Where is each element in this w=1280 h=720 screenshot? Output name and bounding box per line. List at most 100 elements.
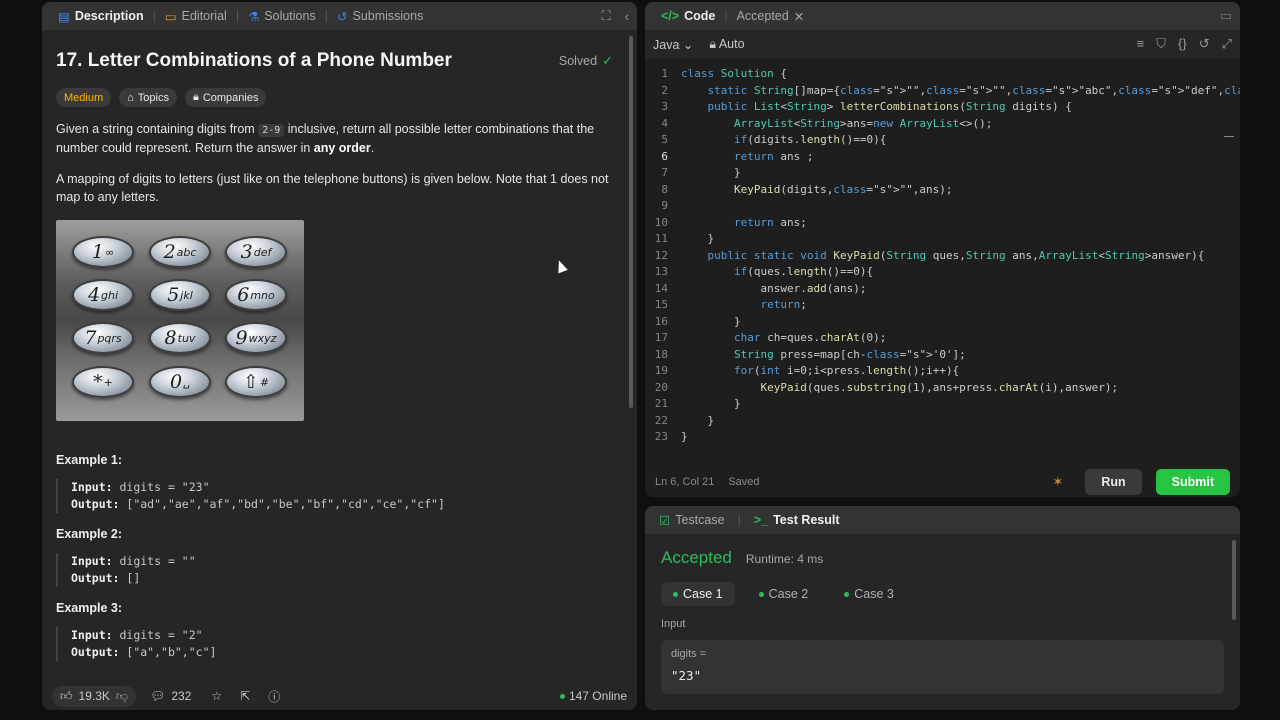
tab-solutions[interactable]: ⚗ Solutions [240,2,324,30]
title-row: 17. Letter Combinations of a Phone Numbe… [56,50,613,72]
code-line[interactable]: 20 KeyPaid(ques.substring(1),ans+press.c… [645,380,1240,397]
flask-icon: ⚗ [248,9,260,24]
code-line[interactable]: 22 } [645,413,1240,430]
code-line[interactable]: 8 KeyPaid(digits,class="s">"",ans); [645,182,1240,199]
companies-badge[interactable]: 🔒︎ Companies [184,88,267,107]
result-tabbar: ☑ Testcase | >_ Test Result [645,506,1240,534]
thumbs-up-icon: 👍︎ [60,688,73,703]
example-block: Input: digits = "2" Output: ["a","b","c"… [56,627,613,661]
code-line[interactable]: 6 return ans ; [645,149,1240,166]
close-icon[interactable]: ✕ [794,9,804,24]
code-text: public static void KeyPaid(String ques,S… [707,248,1205,262]
editor-footer: Ln 6, Col 21 Saved ✶ Run Submit [645,467,1240,497]
problem-title: 17. Letter Combinations of a Phone Numbe… [56,50,452,71]
collapse-icon[interactable]: ▭ [1220,8,1232,24]
language-select[interactable]: Java ⌄ [653,37,693,52]
keypad-key: 4 ghi [72,279,134,311]
tab-testcase[interactable]: ☑ Testcase [653,513,731,528]
digit-range-code: 2-9 [258,124,285,137]
runtime-text: Runtime: 4 ms [745,552,824,566]
code-line[interactable]: 16 } [645,314,1240,331]
line-number: 13 [654,265,668,278]
case-tab-1[interactable]: Case 1 [661,582,735,606]
tab-test-result[interactable]: >_ Test Result [748,513,846,527]
mapping-note: A mapping of digits to letters (just lik… [56,172,609,204]
tab-submissions[interactable]: ↺ Submissions [329,2,431,30]
line-number: 1 [661,67,668,80]
code-brackets-icon: </> [661,9,680,23]
code-editor[interactable]: 1 class Solution {2 static String[]map={c… [645,59,1240,443]
code-text: } [681,232,715,245]
share-icon[interactable]: ⇱ [240,689,250,703]
fullscreen-icon[interactable]: ⤢ [1222,36,1232,52]
code-line[interactable]: 23} [645,429,1240,446]
example-title: Example 3: [56,601,123,615]
braces-icon[interactable]: {} [1178,36,1187,52]
run-button[interactable]: Run [1085,469,1142,495]
code-line[interactable]: 19 for(int i=0;i<press.length();i++){ [645,363,1240,380]
code-line[interactable]: 7 } [645,165,1240,182]
reset-icon[interactable]: ↺ [1199,36,1210,52]
code-line[interactable]: 10 return ans; [645,215,1240,232]
collapse-left-icon[interactable]: ‹ [625,9,629,24]
tab-description[interactable]: ▤ Description [50,2,152,30]
line-number: 8 [661,182,668,196]
code-line[interactable]: 15 return; [645,297,1240,314]
code-line[interactable]: 4 ArrayList<String>ans=new ArrayList<>()… [645,116,1240,133]
code-text: static String[]map={class="s">"",class="… [707,83,1241,97]
code-line[interactable]: 2 static String[]map={class="s">"",class… [645,83,1240,100]
line-number: 2 [661,83,668,97]
code-line[interactable]: 9 [645,198,1240,215]
code-text: } [681,397,741,410]
problem-description: Given a string containing digits from 2-… [56,122,595,155]
description-footer: 👍︎ 19.3K 👎︎ 💬︎ 232 ☆ ⇱ ⓘ 147 Online [42,682,637,710]
case-tab-2[interactable]: Case 2 [747,582,821,606]
format-icon[interactable]: ≡ [1137,36,1145,52]
line-number: 22 [654,413,668,427]
debug-icon[interactable]: ✶ [1052,474,1063,490]
code-line[interactable]: 11 } [645,231,1240,248]
code-line[interactable]: 21 } [645,396,1240,413]
expand-icon[interactable]: ⛶ [602,8,611,24]
tab-code[interactable]: </> Code [653,2,723,30]
code-line[interactable]: 5 if(digits.length()==0){ [645,132,1240,149]
submit-button[interactable]: Submit [1155,469,1230,495]
code-line[interactable]: 1 class Solution { [645,66,1240,83]
description-scrollbar[interactable] [629,36,633,408]
example-input: Input: digits = "" [71,554,196,568]
code-text: if(ques.length()==0){ [733,265,874,278]
code-line[interactable]: 18 String press=map[ch-class="s">'0']; [645,347,1240,364]
line-number: 7 [661,166,668,179]
code-line[interactable]: 14 answer.add(ans); [645,281,1240,298]
input-var-value: "23" [671,668,702,683]
auto-mode[interactable]: 🔒︎ Auto [709,37,744,52]
tab-editorial[interactable]: ▭ Editorial [157,2,235,30]
code-line[interactable]: 17 char ch=ques.charAt(0); [645,330,1240,347]
thumbs-down-icon[interactable]: 👎︎ [116,689,128,704]
description-panel: ▤ Description | ▭ Editorial | ⚗ Solution… [42,2,637,710]
problem-badges: Medium ⌂ Topics 🔒︎ Companies [56,88,613,107]
keypad-key: 8 tuv [149,322,211,354]
code-line[interactable]: 12 public static void KeyPaid(String que… [645,248,1240,265]
case-tab-3[interactable]: Case 3 [832,582,906,606]
pass-dot-icon [758,591,764,597]
comments-button[interactable]: 💬︎ 232 [142,686,199,706]
help-icon[interactable]: ⓘ [268,688,280,705]
topics-badge[interactable]: ⌂ Topics [119,88,177,107]
code-text: answer.add(ans); [681,281,867,295]
result-scrollbar[interactable] [1232,540,1236,620]
editorial-icon: ▭ [164,9,177,24]
code-line[interactable]: 13 if(ques.length()==0){ [645,264,1240,281]
problem-content: 17. Letter Combinations of a Phone Numbe… [42,30,627,682]
line-number: 23 [654,430,668,443]
line-number: 14 [654,281,668,295]
code-line[interactable]: 3 public List<String> letterCombinations… [645,99,1240,116]
keypad-key: 9 wxyz [225,322,287,354]
line-number: 16 [654,314,668,328]
line-number: 6 [661,149,668,163]
bookmark-icon[interactable]: ⛉ [1156,36,1166,52]
star-icon[interactable]: ☆ [211,689,222,703]
line-number: 5 [661,133,668,146]
tab-accepted[interactable]: Accepted ✕ [729,2,813,30]
like-button[interactable]: 👍︎ 19.3K 👎︎ [52,685,137,707]
